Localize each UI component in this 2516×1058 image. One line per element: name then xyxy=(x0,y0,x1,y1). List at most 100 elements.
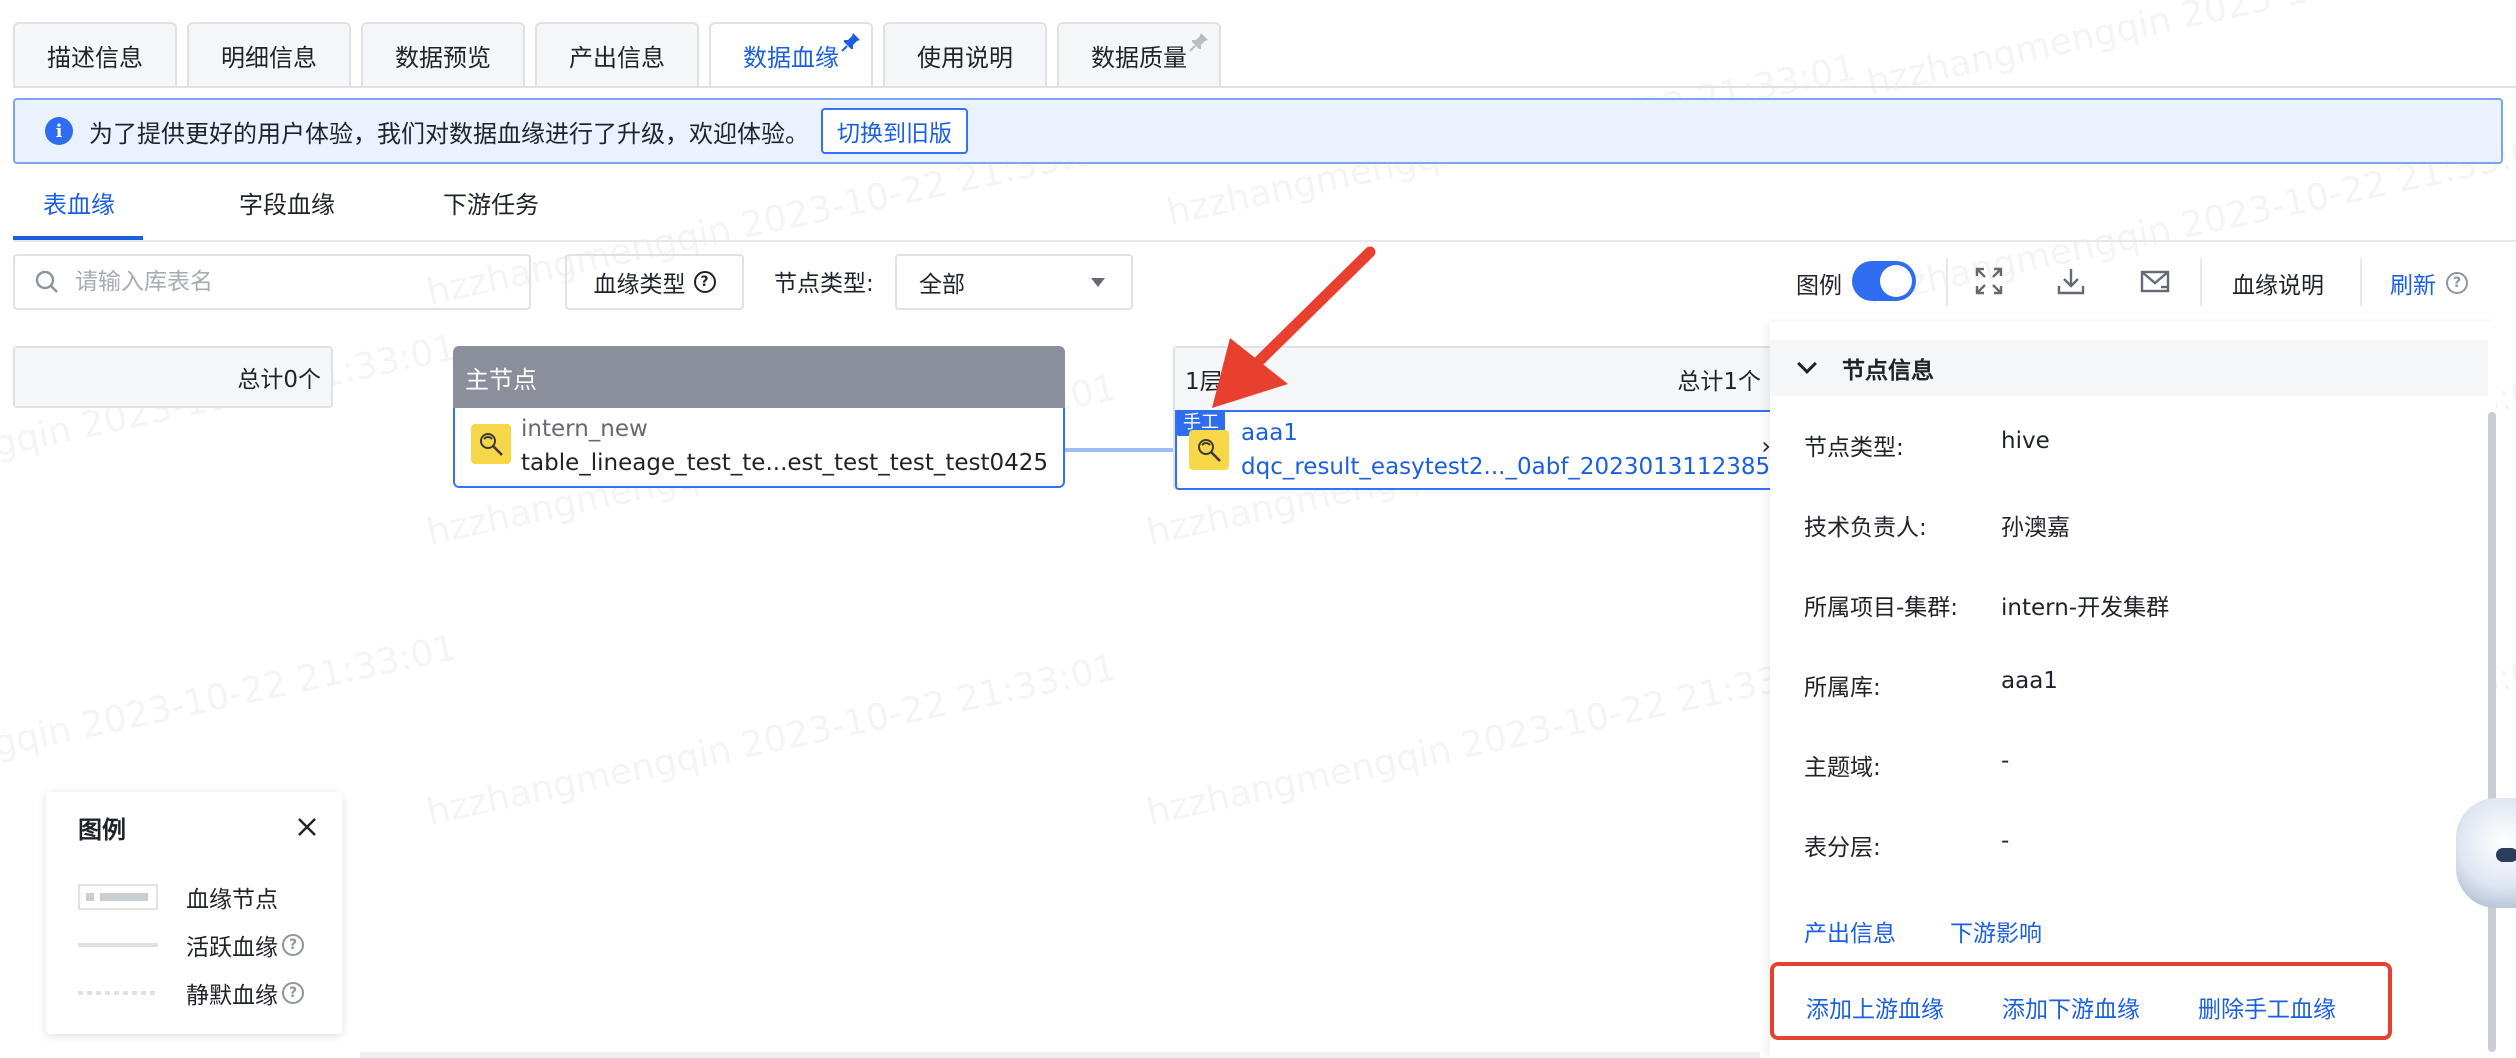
tabs-divider xyxy=(13,86,2516,88)
legend-item-label: 静默血缘 xyxy=(186,983,278,1009)
active-line-icon xyxy=(78,943,158,947)
legend-item-label: 活跃血缘 xyxy=(186,935,278,961)
share-mail-icon[interactable] xyxy=(2140,266,2170,296)
close-icon[interactable] xyxy=(296,816,318,838)
field-key: 所属库: xyxy=(1804,675,1881,701)
lineage-description-button[interactable]: 血缘说明 xyxy=(2232,266,2324,300)
field-key: 节点类型: xyxy=(1804,435,1904,461)
node-info-title: 节点信息 xyxy=(1842,358,1934,384)
pin-icon[interactable] xyxy=(841,32,861,52)
info-node-type: 节点类型: hive xyxy=(1804,428,2050,462)
main-node-body[interactable]: intern_new table_lineage_test_te...est_t… xyxy=(453,408,1065,488)
node-info-header[interactable]: 节点信息 xyxy=(1770,340,2488,396)
legend-item-label: 血缘节点 xyxy=(186,887,278,913)
legend-toggle-label: 图例 xyxy=(1796,273,1842,299)
add-upstream-lineage-link[interactable]: 添加上游血缘 xyxy=(1806,990,1944,1024)
search-input[interactable] xyxy=(75,269,495,295)
refresh-button[interactable]: 刷新 ? xyxy=(2390,266,2468,300)
download-icon[interactable] xyxy=(2056,266,2086,296)
lineage-type-label: 血缘类型 xyxy=(593,272,686,298)
annotation-arrow-icon xyxy=(1212,246,1376,408)
tab-label: 产出信息 xyxy=(569,43,665,72)
info-icon: i xyxy=(45,117,73,145)
watermark: hzzhangmengqin 2023-10-22 21:33:01 xyxy=(1863,0,2516,104)
field-key: 表分层: xyxy=(1804,835,1881,861)
legend-item-silent: 静默血缘 ? xyxy=(78,976,304,1010)
field-value: 孙澳嘉 xyxy=(2001,515,2070,541)
silent-line-icon xyxy=(78,991,158,995)
legend-title: 图例 xyxy=(78,816,126,844)
help-icon[interactable]: ? xyxy=(2446,272,2468,294)
top-tab-bar: 描述信息 明细信息 数据预览 产出信息 数据血缘 使用说明 数据质量 xyxy=(13,22,1221,86)
toolbar-divider xyxy=(1946,258,1948,306)
delete-manual-lineage-link[interactable]: 删除手工血缘 xyxy=(2198,990,2336,1024)
upstream-total: 总计0个 xyxy=(237,367,321,393)
tab-quality[interactable]: 数据质量 xyxy=(1057,22,1221,86)
tab-downstream-tasks[interactable]: 下游任务 xyxy=(363,180,567,240)
info-table-layer: 表分层: - xyxy=(1804,828,2009,862)
tab-detail[interactable]: 明细信息 xyxy=(187,22,351,86)
downstream-impact-link[interactable]: 下游影响 xyxy=(1950,914,2042,948)
tab-usage[interactable]: 使用说明 xyxy=(883,22,1047,86)
hive-icon xyxy=(471,424,511,464)
tab-description[interactable]: 描述信息 xyxy=(13,22,177,86)
field-key: 主题域: xyxy=(1804,755,1881,781)
legend-panel: 图例 血缘节点 活跃血缘 ? 静默血缘 ? xyxy=(46,792,342,1034)
tab-label: 描述信息 xyxy=(47,43,143,72)
node-info-panel: 节点信息 节点类型: hive 技术负责人: 孙澳嘉 所属项目-集群: intern-… xyxy=(1770,322,2496,1058)
banner-text: 为了提供更好的用户体验，我们对数据血缘进行了升级，欢迎体验。 xyxy=(89,119,809,148)
tab-field-lineage[interactable]: 字段血缘 xyxy=(143,180,363,240)
search-box[interactable] xyxy=(13,254,531,310)
tab-table-lineage[interactable]: 表血缘 xyxy=(13,180,143,240)
tab-label: 明细信息 xyxy=(221,43,317,72)
legend-toggle[interactable] xyxy=(1852,261,1916,301)
tab-label: 数据血缘 xyxy=(743,43,839,72)
field-value: - xyxy=(2001,748,2010,774)
info-project-cluster: 所属项目-集群: intern-开发集群 xyxy=(1804,588,2169,622)
info-subject-domain: 主题域: - xyxy=(1804,748,2009,782)
output-info-link[interactable]: 产出信息 xyxy=(1804,914,1896,948)
pin-icon[interactable] xyxy=(1189,32,1209,52)
help-icon[interactable]: ? xyxy=(282,982,304,1004)
panel-scrollbar[interactable] xyxy=(2488,412,2496,1052)
lineage-edge[interactable] xyxy=(1065,448,1185,452)
caret-down-icon xyxy=(1091,278,1105,287)
tab-label: 数据预览 xyxy=(395,43,491,72)
node-type-value: 全部 xyxy=(919,272,965,298)
toolbar-divider xyxy=(2200,258,2202,306)
tab-lineage[interactable]: 数据血缘 xyxy=(709,22,873,86)
canvas-horizontal-scrollbar[interactable] xyxy=(360,1052,1760,1058)
legend-item-node: 血缘节点 xyxy=(78,880,278,914)
legend-item-active: 活跃血缘 ? xyxy=(78,928,304,962)
info-owner: 技术负责人: 孙澳嘉 xyxy=(1804,508,2070,542)
toolbar-divider xyxy=(2360,258,2362,306)
switch-old-version-button[interactable]: 切换到旧版 xyxy=(821,108,968,154)
help-icon[interactable]: ? xyxy=(282,934,304,956)
fullscreen-icon[interactable] xyxy=(1974,266,2004,296)
tab-preview[interactable]: 数据预览 xyxy=(361,22,525,86)
refresh-label: 刷新 xyxy=(2390,273,2436,299)
field-value: intern-开发集群 xyxy=(2001,595,2170,621)
assistant-robot-icon[interactable] xyxy=(2456,798,2516,908)
hive-icon xyxy=(1189,430,1229,470)
main-node[interactable]: 主节点 intern_new table_lineage_test_te...e… xyxy=(453,346,1065,488)
downstream-total: 总计1个 xyxy=(1677,369,1761,395)
add-downstream-lineage-link[interactable]: 添加下游血缘 xyxy=(2002,990,2140,1024)
help-icon[interactable]: ? xyxy=(693,271,716,293)
chevron-down-icon[interactable] xyxy=(1797,354,1817,374)
lineage-sub-tabs: 表血缘 字段血缘 下游任务 xyxy=(13,180,567,240)
node-database: aaa1 xyxy=(1241,420,1298,446)
search-icon xyxy=(35,270,58,293)
tab-label: 使用说明 xyxy=(917,43,1013,72)
field-value: aaa1 xyxy=(2001,668,2058,694)
field-value: hive xyxy=(2001,428,2050,454)
lineage-type-button[interactable]: 血缘类型 ? xyxy=(565,254,744,310)
node-database: intern_new xyxy=(521,416,648,442)
node-table-name: dqc_result_easytest2..._0abf_20230131123… xyxy=(1241,454,1785,480)
node-swatch-icon xyxy=(78,884,158,910)
tab-output[interactable]: 产出信息 xyxy=(535,22,699,86)
field-value: - xyxy=(2001,828,2010,854)
upgrade-banner: i 为了提供更好的用户体验，我们对数据血缘进行了升级，欢迎体验。 切换到旧版 xyxy=(13,98,2503,164)
node-type-select[interactable]: 全部 xyxy=(895,254,1133,310)
downstream-node[interactable]: 手工 aaa1 dqc_result_easytest2..._0abf_202… xyxy=(1175,410,1785,490)
